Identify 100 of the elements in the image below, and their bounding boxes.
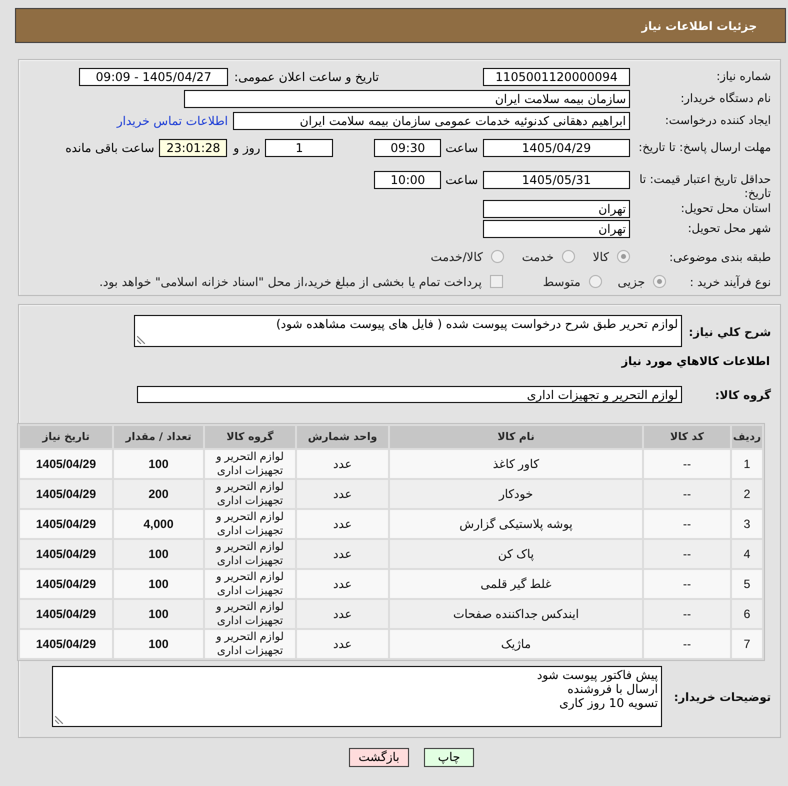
radio-button[interactable] [588,275,602,288]
table-cell: ایندکس جداکننده صفحات [390,600,642,628]
table-cell: خودکار [390,480,642,508]
table-cell: 100 [114,540,203,568]
deadline-date-field[interactable]: 1405/04/29 [483,139,630,157]
print-button[interactable]: چاپ [424,748,474,767]
radio-label: جزیی [618,274,645,288]
radio-button[interactable] [490,250,504,263]
table-cell: لوازم التحریر و تجهیزات اداری [205,450,295,478]
table-cell: 1405/04/29 [20,630,112,658]
checkbox[interactable] [490,275,503,288]
table-cell: پوشه پلاستیکی گزارش [390,510,642,538]
column-header: واحد شمارش [297,426,388,448]
table-cell: 1405/04/29 [20,540,112,568]
table-cell: -- [644,480,730,508]
table-cell: لوازم التحریر و تجهیزات اداری [205,540,295,568]
table-cell: 200 [114,480,203,508]
table-cell: -- [644,510,730,538]
table-cell: -- [644,630,730,658]
column-header: تعداد / مقدار [114,426,203,448]
resize-grip-icon[interactable] [137,336,145,344]
radio-label: کالا [592,250,609,264]
remaining-time-field[interactable]: 23:01:28 [159,139,228,157]
table-cell: -- [644,570,730,598]
page-title: جزئیات اطلاعات نیاز [641,18,757,32]
table-cell: 100 [114,630,203,658]
radio-label: متوسط [542,274,581,288]
table-cell: -- [644,540,730,568]
remaining-label: ساعت باقی مانده [65,140,154,157]
field-label: نوع فرآیند خرید : [688,274,772,289]
table-cell: لوازم التحریر و تجهیزات اداری [205,480,295,508]
radio-button[interactable] [653,275,666,288]
description-field[interactable]: لوازم تحریر طبق شرح درخواست پیوست شده ( فایل های پیوست مشاهده شود) [134,315,682,347]
table-cell: 100 [114,570,203,598]
table-cell: 4,000 [114,510,203,538]
column-header: کد کالا [644,426,730,448]
table-cell: 1405/04/29 [20,480,112,508]
table-cell: پاک کن [390,540,642,568]
validity-time-field[interactable]: 10:00 [374,171,442,189]
resize-grip-icon[interactable] [55,716,63,724]
field-label: توضیحات خریدار: [672,689,772,704]
table-cell: 100 [114,450,203,478]
table-cell: عدد [297,570,388,598]
table-cell: 1405/04/29 [20,570,112,598]
table-cell: 1405/04/29 [20,450,112,478]
table-cell: 1405/04/29 [20,600,112,628]
table-cell: 1405/04/29 [20,510,112,538]
field-label: شماره نیاز: [715,68,772,83]
city-field[interactable]: تهران [483,220,630,238]
days-label: روز و [233,140,260,157]
buyer-notes-field[interactable]: پیش فاکتور پیوست شود ارسال با فروشنده تسویه 10 روز کاری [52,666,662,727]
table-cell: غلط گیر قلمی [390,570,642,598]
deadline-time-field[interactable]: 09:30 [374,139,442,157]
table-cell: عدد [297,480,388,508]
field-label: تاریخ و ساعت اعلان عمومی: [234,69,379,86]
table-cell: عدد [297,630,388,658]
column-header: ردیف [732,426,762,448]
table-cell: ماژیک [390,630,642,658]
back-button[interactable]: بازگشت [349,748,409,767]
checkbox-label: پرداخت تمام یا بخشی از مبلغ خرید،از محل "اسناد خزانه اسلامی" خواهد بود. [99,274,482,288]
field-label: مهلت ارسال پاسخ: تا تاریخ: [637,139,772,154]
table-cell: 5 [732,570,762,598]
table-cell: لوازم التحریر و تجهیزات اداری [205,510,295,538]
contact-link[interactable]: اطلاعات تماس خریدار [116,112,228,130]
requester-field[interactable]: ابراهیم دهقانی کدنوئیه خدمات عمومی سازمان بیمه سلامت ایران [233,112,630,130]
buyer-org-field[interactable]: سازمان بیمه سلامت ایران [184,90,630,108]
days-field[interactable]: 1 [265,139,334,157]
table-cell: لوازم التحریر و تجهیزات اداری [205,570,295,598]
field-label: شرح کلي نیاز: [688,324,772,338]
radio-button[interactable] [617,250,630,263]
radio-label: خدمت [522,250,554,264]
table-cell: عدد [297,540,388,568]
field-label: ایجاد کننده درخواست: [664,112,772,127]
table-cell: 6 [732,600,762,628]
field-label: نام دستگاه خریدار: [679,90,772,105]
field-label: طبقه بندی موضوعی: [668,249,772,264]
province-field[interactable]: تهران [483,200,630,218]
table-cell: لوازم التحریر و تجهیزات اداری [205,600,295,628]
table-cell: 2 [732,480,762,508]
announce-date-field[interactable]: 1405/04/27 - 09:09 [79,68,228,86]
table-cell: عدد [297,600,388,628]
field-label: شهر محل تحویل: [686,220,772,235]
column-header: گروه کالا [205,426,295,448]
table-cell: -- [644,450,730,478]
radio-button[interactable] [562,250,575,263]
column-header: نام کالا [390,426,642,448]
table-cell: عدد [297,450,388,478]
table-cell: 7 [732,630,762,658]
goods-group-field[interactable]: لوازم التحریر و تجهیزات اداری [137,386,682,403]
field-label: حداقل تاریخ اعتبار قیمت: تا تاریخ: [638,171,772,200]
table-cell: 3 [732,510,762,538]
table-cell: -- [644,600,730,628]
table-cell: لوازم التحریر و تجهیزات اداری [205,630,295,658]
table-cell: 4 [732,540,762,568]
table-cell: 100 [114,600,203,628]
need-number-field[interactable]: 1105001120000094 [483,68,630,86]
validity-date-field[interactable]: 1405/05/31 [483,171,630,189]
table-cell: کاور کاغذ [390,450,642,478]
column-header: تاریخ نیاز [20,426,112,448]
section-title: اطلاعات کالاهاي مورد نیاز [622,354,771,369]
